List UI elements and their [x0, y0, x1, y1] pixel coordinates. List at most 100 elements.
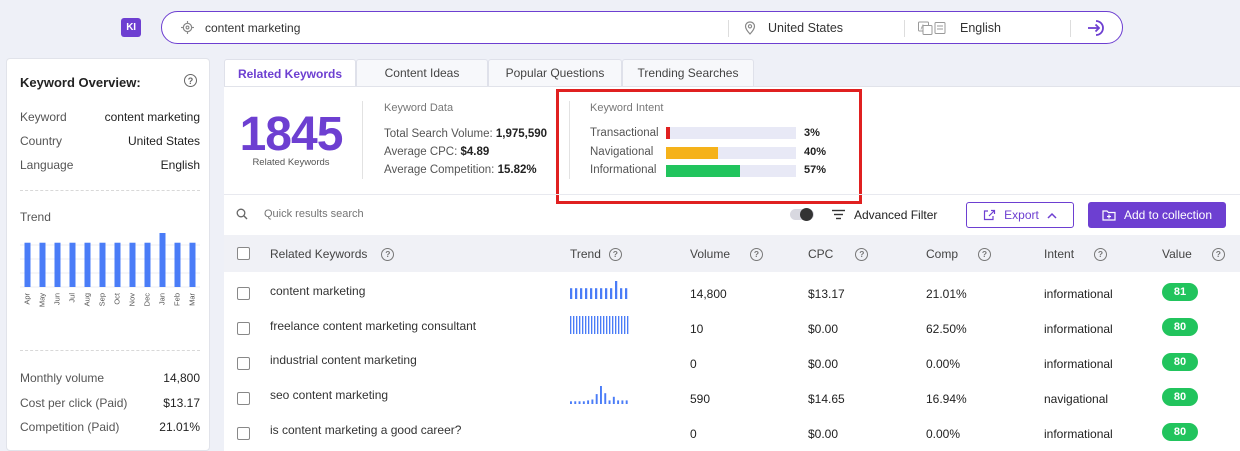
trend-sparkline: [570, 281, 628, 299]
overview-key: Language: [20, 158, 74, 172]
column-label: Value: [1162, 247, 1192, 261]
sparkline-bar: [578, 401, 581, 404]
help-icon[interactable]: ?: [750, 247, 764, 261]
stat-key: Competition (Paid): [20, 420, 120, 434]
table-row[interactable]: freelance content marketing consultant 1…: [224, 310, 1240, 345]
trend-bar: [54, 242, 61, 287]
column-label: Comp: [926, 247, 959, 261]
trend-sparkline: [570, 316, 629, 334]
keyword-input[interactable]: [205, 18, 725, 38]
tab-trending-searches[interactable]: Trending Searches: [622, 59, 754, 86]
table-row[interactable]: is content marketing a good career? 0 $0…: [224, 415, 1240, 450]
row-checkbox[interactable]: [237, 287, 250, 300]
keyword-overview-panel: Keyword Overview: ? Keyword content mark…: [6, 58, 210, 451]
help-icon[interactable]: ?: [1211, 247, 1225, 261]
column-header-comp[interactable]: Comp ?: [926, 247, 992, 261]
sparkline-bar: [573, 316, 575, 334]
column-header-keyword[interactable]: Related Keywords ?: [270, 247, 395, 261]
help-icon[interactable]: ?: [978, 247, 992, 261]
language-select[interactable]: English: [960, 21, 1001, 35]
quick-results-search-input[interactable]: [264, 205, 564, 223]
row-checkbox[interactable]: [237, 322, 250, 335]
trend-label: Trend: [20, 210, 51, 224]
column-label: Intent: [1044, 247, 1075, 261]
overview-row: Keyword content marketing: [20, 110, 200, 124]
sparkline-bar: [574, 401, 577, 404]
column-header-intent[interactable]: Intent ?: [1044, 247, 1108, 261]
column-label: Trend: [570, 247, 601, 261]
volume-value: 14,800: [690, 287, 727, 301]
trend-month-label: Nov: [127, 293, 136, 307]
divider: [20, 350, 200, 351]
tab-content-ideas[interactable]: Content Ideas: [356, 59, 488, 86]
sparkline-bar: [612, 396, 615, 404]
stat-row: Cost per click (Paid) $13.17: [20, 396, 200, 410]
trend-bar: [114, 242, 121, 287]
stat-value: $13.17: [163, 396, 200, 410]
keyword-link[interactable]: seo content marketing: [270, 388, 388, 402]
intent-value: informational: [1044, 322, 1113, 336]
stat-row: Monthly volume 14,800: [20, 371, 200, 385]
sparkline-bar: [610, 288, 613, 299]
advanced-filter-button[interactable]: Advanced Filter: [854, 208, 937, 222]
intent-label: Informational: [590, 164, 657, 176]
table-row[interactable]: industrial content marketing 0 $0.00 0.0…: [224, 345, 1240, 380]
country-select[interactable]: United States: [768, 21, 843, 35]
column-header-cpc[interactable]: CPC ?: [808, 247, 869, 261]
keyword-link[interactable]: industrial content marketing: [270, 353, 417, 367]
column-label: CPC: [808, 247, 834, 261]
advanced-filter-toggle[interactable]: [790, 208, 814, 221]
column-header-value[interactable]: Value ?: [1162, 247, 1225, 261]
sparkline-bar: [615, 316, 617, 334]
row-checkbox[interactable]: [237, 427, 250, 440]
search-icon: [236, 208, 248, 220]
sparkline-bar: [594, 316, 596, 334]
export-button[interactable]: Export: [966, 202, 1074, 228]
sparkline-bar: [585, 316, 587, 334]
keyword-link[interactable]: freelance content marketing consultant: [270, 319, 476, 333]
sparkline-bar: [582, 401, 585, 404]
table-row[interactable]: seo content marketing 590 $14.65 16.94% …: [224, 380, 1240, 415]
cpc-value: $0.00: [808, 427, 839, 441]
sparkline-bar: [617, 400, 620, 404]
location-pin-icon: [744, 21, 756, 35]
intent-pct: 40%: [804, 146, 827, 158]
table-row[interactable]: content marketing 14,800 $13.17 21.01% i…: [224, 275, 1240, 310]
value-score-badge: 80: [1162, 388, 1198, 406]
help-icon[interactable]: ?: [1094, 247, 1108, 261]
value-score-badge: 81: [1162, 283, 1198, 301]
target-icon: [181, 21, 194, 34]
divider: [1070, 20, 1071, 37]
column-header-trend[interactable]: Trend ?: [570, 247, 622, 261]
trend-month-label: Aug: [82, 293, 91, 306]
help-icon[interactable]: ?: [381, 247, 395, 261]
keyword-link[interactable]: is content marketing a good career?: [270, 423, 461, 437]
comp-value: 16.94%: [926, 392, 967, 406]
add-to-collection-button[interactable]: Add to collection: [1088, 202, 1226, 228]
export-icon: [984, 209, 996, 221]
help-icon[interactable]: ?: [608, 247, 622, 261]
column-header-volume[interactable]: Volume ?: [690, 247, 764, 261]
tab-related-keywords[interactable]: Related Keywords: [224, 59, 356, 87]
tab-popular-questions[interactable]: Popular Questions: [488, 59, 622, 86]
app-logo[interactable]: KI: [121, 18, 141, 37]
row-checkbox[interactable]: [237, 357, 250, 370]
overview-value: English: [160, 158, 200, 172]
sparkline-bar: [621, 316, 623, 334]
table-header: Related Keywords ? Trend ? Volume ? CPC …: [224, 235, 1240, 272]
stat-key: Cost per click (Paid): [20, 396, 128, 410]
language-icon: A: [918, 21, 946, 35]
sparkline-bar: [585, 288, 588, 299]
stat-value: 14,800: [163, 371, 200, 385]
keyword-link[interactable]: content marketing: [270, 284, 365, 298]
help-icon[interactable]: ?: [855, 247, 869, 261]
row-checkbox[interactable]: [237, 392, 250, 405]
sparkline-bar: [587, 400, 590, 404]
chevron-up-icon: [1047, 212, 1057, 219]
help-icon[interactable]: ?: [184, 74, 197, 87]
select-all-checkbox[interactable]: [237, 247, 250, 260]
related-keywords-count-label: Related Keywords: [252, 157, 330, 168]
total-volume-value: 1,975,590: [495, 128, 548, 140]
trend-bar: [39, 242, 46, 287]
search-submit-icon[interactable]: [1086, 19, 1106, 37]
